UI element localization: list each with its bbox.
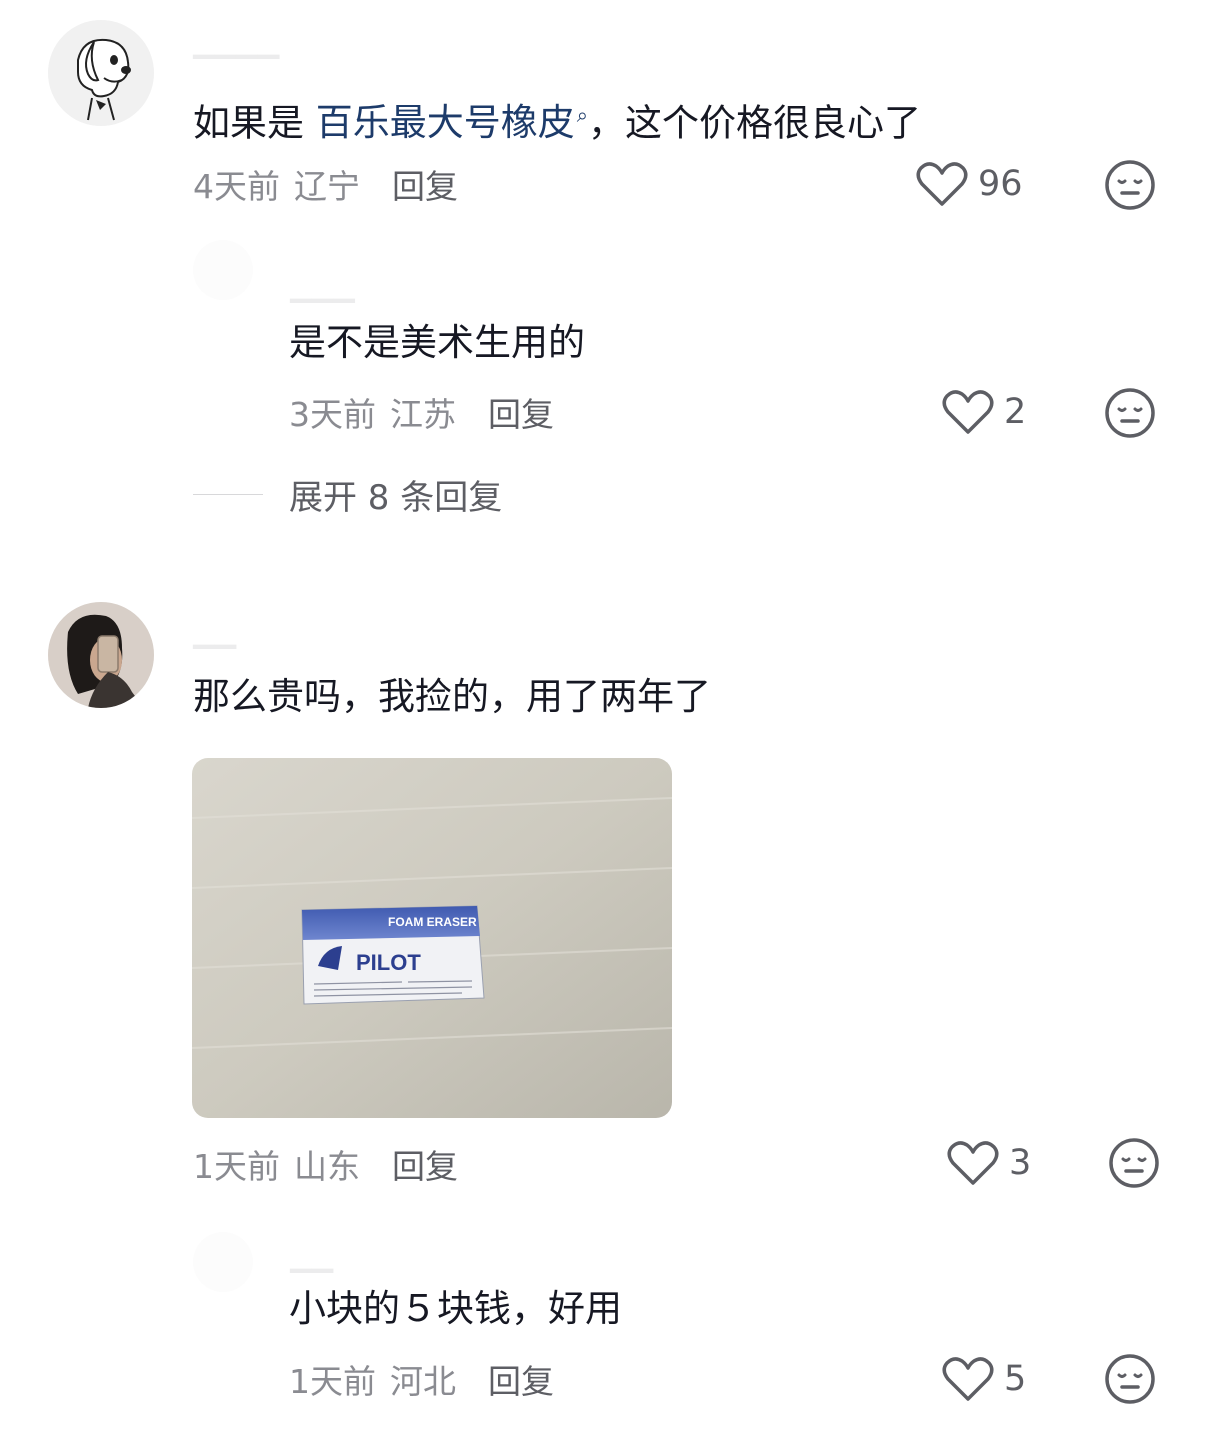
user-avatar[interactable] <box>48 20 154 126</box>
eraser-product-text: FOAM ERASER <box>388 915 477 929</box>
heart-icon <box>947 1141 999 1185</box>
like-button[interactable]: 3 <box>947 1140 1031 1186</box>
like-count: 2 <box>1004 392 1027 432</box>
dislike-button[interactable] <box>1104 159 1156 215</box>
comment-meta: 1天前 山东 回复 <box>193 1140 458 1188</box>
expand-replies-button[interactable]: 展开 8 条回复 <box>193 470 502 519</box>
like-button[interactable]: 96 <box>916 161 1023 207</box>
reply-user-avatar[interactable] <box>193 1232 253 1292</box>
comment-time: 1天前 <box>193 1147 280 1186</box>
comment-time: 4天前 <box>193 167 280 206</box>
reply-location: 江苏 <box>390 395 456 434</box>
comment-meta: 4天前 辽宁 回复 <box>193 160 458 208</box>
selfie-avatar-icon <box>48 602 154 708</box>
snoopy-avatar-icon <box>48 20 154 126</box>
comment-photo[interactable]: FOAM ERASER PILOT <box>192 758 672 1118</box>
dislike-button[interactable] <box>1104 1353 1156 1409</box>
reply-button[interactable]: 回复 <box>488 1355 554 1403</box>
reply-button[interactable]: 回复 <box>392 160 458 208</box>
comment-text-part: ，这个价格很良心了 <box>587 101 921 145</box>
reply-button[interactable]: 回复 <box>392 1140 458 1188</box>
dislike-button[interactable] <box>1108 1137 1160 1193</box>
like-button[interactable]: 5 <box>942 1356 1026 1402</box>
reply-meta: 1天前 河北 回复 <box>289 1355 554 1403</box>
comment-text: 那么贵吗，我捡的，用了两年了 <box>193 675 711 718</box>
like-button[interactable]: 2 <box>942 389 1026 435</box>
dislike-face-icon <box>1105 1354 1155 1404</box>
eraser-brand-text: PILOT <box>356 950 421 975</box>
dislike-face-icon <box>1105 160 1155 210</box>
like-count: 3 <box>1009 1143 1032 1183</box>
like-count: 5 <box>1004 1359 1027 1399</box>
comment-location: 山东 <box>294 1147 360 1186</box>
user-avatar[interactable] <box>48 602 154 708</box>
reply-text: 小块的５块钱，好用 <box>289 1287 622 1330</box>
reply-text: 是不是美术生用的 <box>289 321 585 364</box>
heart-icon <box>942 1357 994 1401</box>
expand-divider <box>193 493 263 496</box>
expand-replies-label: 展开 8 条回复 <box>289 478 503 518</box>
dislike-face-icon <box>1109 1138 1159 1188</box>
reply-user-avatar[interactable] <box>193 240 253 300</box>
reply-button[interactable]: 回复 <box>488 388 554 436</box>
comment-location: 辽宁 <box>294 167 360 206</box>
reply-time: 3天前 <box>289 395 376 434</box>
search-icon: ⌕ <box>576 103 588 127</box>
reply-username-redacted[interactable]: ▁▁ <box>290 1240 333 1273</box>
heart-icon <box>916 162 968 206</box>
reply-location: 河北 <box>390 1362 456 1401</box>
reply-time: 1天前 <box>289 1362 376 1401</box>
dislike-button[interactable] <box>1104 387 1156 443</box>
eraser-photo: FOAM ERASER PILOT <box>192 758 672 1118</box>
like-count: 96 <box>978 164 1023 204</box>
dislike-face-icon <box>1105 388 1155 438</box>
username-redacted[interactable]: ▁▁▁▁ <box>193 26 279 59</box>
eraser-object: FOAM ERASER PILOT <box>301 905 485 1005</box>
comment-text-part: 如果是 <box>193 101 316 145</box>
comment-text: 如果是 百乐最大号橡皮 ⌕，这个价格很良心了 <box>193 90 921 148</box>
reply-username-redacted[interactable]: ▁▁▁ <box>290 270 355 303</box>
reply-meta: 3天前 江苏 回复 <box>289 388 554 436</box>
heart-icon <box>942 390 994 434</box>
username-redacted[interactable]: ▁▁ <box>193 616 236 649</box>
search-keyword-link[interactable]: 百乐最大号橡皮 ⌕ <box>316 101 588 144</box>
